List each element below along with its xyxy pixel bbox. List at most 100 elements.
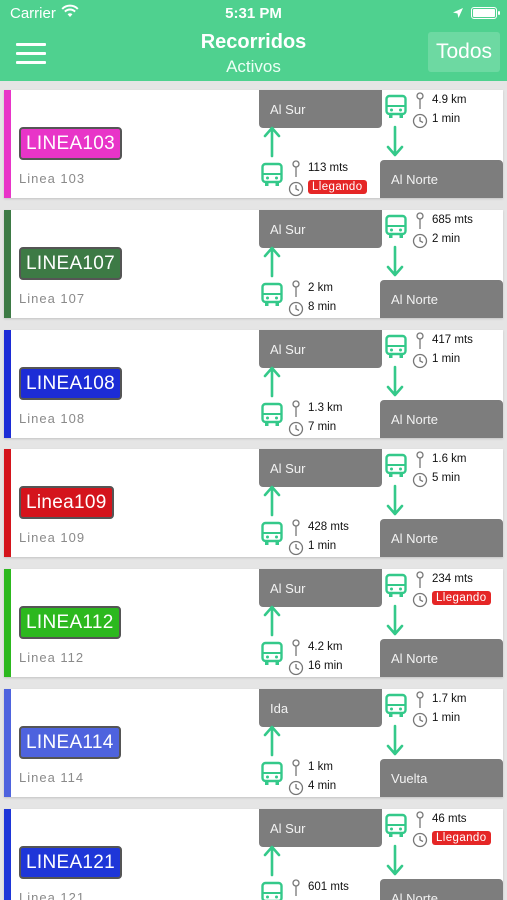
- near-time-value: Llegando: [308, 180, 367, 194]
- far-distance-value: 46 mts: [432, 812, 467, 825]
- bus-icon: [261, 881, 283, 900]
- far-distance-value: 234 mts: [432, 573, 473, 586]
- far-time-value: 5 min: [432, 472, 461, 485]
- bus-icon: [261, 402, 283, 426]
- map-pin-icon: [292, 399, 300, 417]
- far-time-value: 1 min: [432, 113, 461, 125]
- near-time-value: 16 min: [308, 660, 343, 673]
- clock-icon: [412, 593, 428, 608]
- arrow-down-icon: [386, 125, 404, 157]
- location-arrow-icon: [452, 6, 464, 23]
- far-distance-value: 1.7 km: [432, 693, 467, 705]
- map-pin-icon: [292, 519, 300, 537]
- clock-icon: [412, 353, 428, 368]
- bus-icon: [261, 761, 283, 785]
- route-color-stripe: [4, 569, 11, 678]
- map-pin-icon: [416, 451, 424, 469]
- map-pin-icon: [292, 639, 300, 657]
- near-time-value: 1 min: [308, 540, 337, 553]
- route-color-stripe: [4, 209, 11, 318]
- clock-icon: [288, 301, 304, 316]
- todos-button[interactable]: Todos: [428, 32, 500, 72]
- bus-icon: [261, 162, 283, 186]
- near-distance-value: 113 mts: [308, 162, 349, 174]
- clock-icon: [412, 832, 428, 847]
- route-name: Linea 114: [19, 770, 85, 785]
- arrow-down-icon: [386, 844, 404, 876]
- near-time-value: 8 min: [308, 300, 337, 313]
- clock-icon: [412, 712, 428, 728]
- route-name: Linea 103: [19, 171, 86, 186]
- bus-icon: [385, 573, 407, 598]
- bus-icon: [385, 94, 407, 118]
- bus-icon: [385, 454, 407, 478]
- arrow-down-icon: [386, 485, 404, 516]
- route-badge: LINEA114: [19, 726, 121, 759]
- route-color-stripe: [4, 449, 11, 558]
- clock-icon: [288, 181, 304, 197]
- route-card[interactable]: Linea109 Linea 109 Al Sur Al Norte 428 m…: [4, 449, 503, 558]
- route-card[interactable]: LINEA121 Linea 121 Al Sur Al Norte 601 m…: [4, 808, 503, 900]
- route-color-stripe: [4, 808, 11, 900]
- far-distance-value: 417 mts: [432, 333, 473, 346]
- route-list: LINEA103 Linea 103 Al Sur Al Norte 113 m…: [0, 81, 507, 900]
- far-time-value: 2 min: [432, 232, 461, 245]
- bus-icon: [261, 282, 283, 306]
- bus-icon: [261, 641, 283, 666]
- route-color-stripe: [4, 689, 11, 797]
- destination-bottom-label: Vuelta: [380, 759, 503, 797]
- route-color-stripe: [4, 90, 11, 198]
- destination-top-label: Al Sur: [259, 569, 382, 608]
- destination-bottom-label: Al Norte: [380, 878, 503, 900]
- route-badge: LINEA107: [19, 246, 123, 280]
- near-distance-value: 1 km: [308, 761, 333, 773]
- map-pin-icon: [292, 160, 300, 177]
- near-distance-value: 601 mts: [308, 880, 349, 893]
- bus-icon: [385, 813, 407, 837]
- navigation-bar: Recorridos Activos Todos: [0, 27, 507, 81]
- route-name: Linea 107: [19, 290, 86, 306]
- route-badge: LINEA103: [19, 127, 123, 160]
- far-time-value: 1 min: [432, 352, 461, 365]
- status-bar: Carrier 5:31 PM: [0, 0, 507, 27]
- bus-icon: [261, 522, 283, 546]
- arrow-up-icon: [263, 845, 281, 877]
- clock-icon: [412, 473, 428, 488]
- far-distance-value: 1.6 km: [432, 453, 467, 466]
- clock-icon: [412, 233, 428, 248]
- map-pin-icon: [416, 212, 424, 229]
- arrow-up-icon: [263, 366, 281, 397]
- destination-top-label: Al Sur: [259, 90, 382, 128]
- destination-top-label: Al Sur: [259, 209, 382, 248]
- route-name: Linea 112: [19, 650, 85, 666]
- far-distance-value: 685 mts: [432, 213, 473, 226]
- arrow-down-icon: [386, 365, 404, 396]
- route-card[interactable]: LINEA114 Linea 114 Ida Vuelta 1 km 4 min…: [4, 689, 503, 797]
- bus-icon: [385, 214, 407, 238]
- destination-bottom-label: Al Norte: [380, 399, 503, 438]
- map-pin-icon: [416, 571, 424, 589]
- route-badge: LINEA108: [19, 366, 123, 400]
- route-card[interactable]: LINEA112 Linea 112 Al Sur Al Norte 4.2 k…: [4, 569, 503, 678]
- route-name: Linea 108: [19, 410, 86, 426]
- near-distance-value: 4.2 km: [308, 641, 343, 654]
- destination-bottom-label: Al Norte: [380, 639, 503, 678]
- bus-icon: [385, 693, 407, 717]
- map-pin-icon: [292, 280, 300, 297]
- arrow-down-icon: [386, 724, 404, 756]
- route-color-stripe: [4, 329, 11, 438]
- battery-icon: [471, 7, 500, 19]
- near-distance-value: 428 mts: [308, 521, 349, 534]
- destination-top-label: Al Sur: [259, 449, 382, 488]
- clock-time: 5:31 PM: [225, 5, 282, 22]
- arrow-up-icon: [263, 486, 281, 517]
- destination-bottom-label: Al Norte: [380, 160, 503, 198]
- far-time-value: 1 min: [432, 712, 461, 724]
- route-card[interactable]: LINEA107 Linea 107 Al Sur Al Norte 2 km …: [4, 209, 503, 318]
- map-pin-icon: [416, 691, 424, 708]
- route-card[interactable]: LINEA108 Linea 108 Al Sur Al Norte 1.3 k…: [4, 329, 503, 438]
- route-name: Linea 109: [19, 530, 86, 546]
- route-card[interactable]: LINEA103 Linea 103 Al Sur Al Norte 113 m…: [4, 90, 503, 198]
- route-badge: LINEA112: [19, 606, 121, 640]
- far-time-value: Llegando: [432, 830, 491, 845]
